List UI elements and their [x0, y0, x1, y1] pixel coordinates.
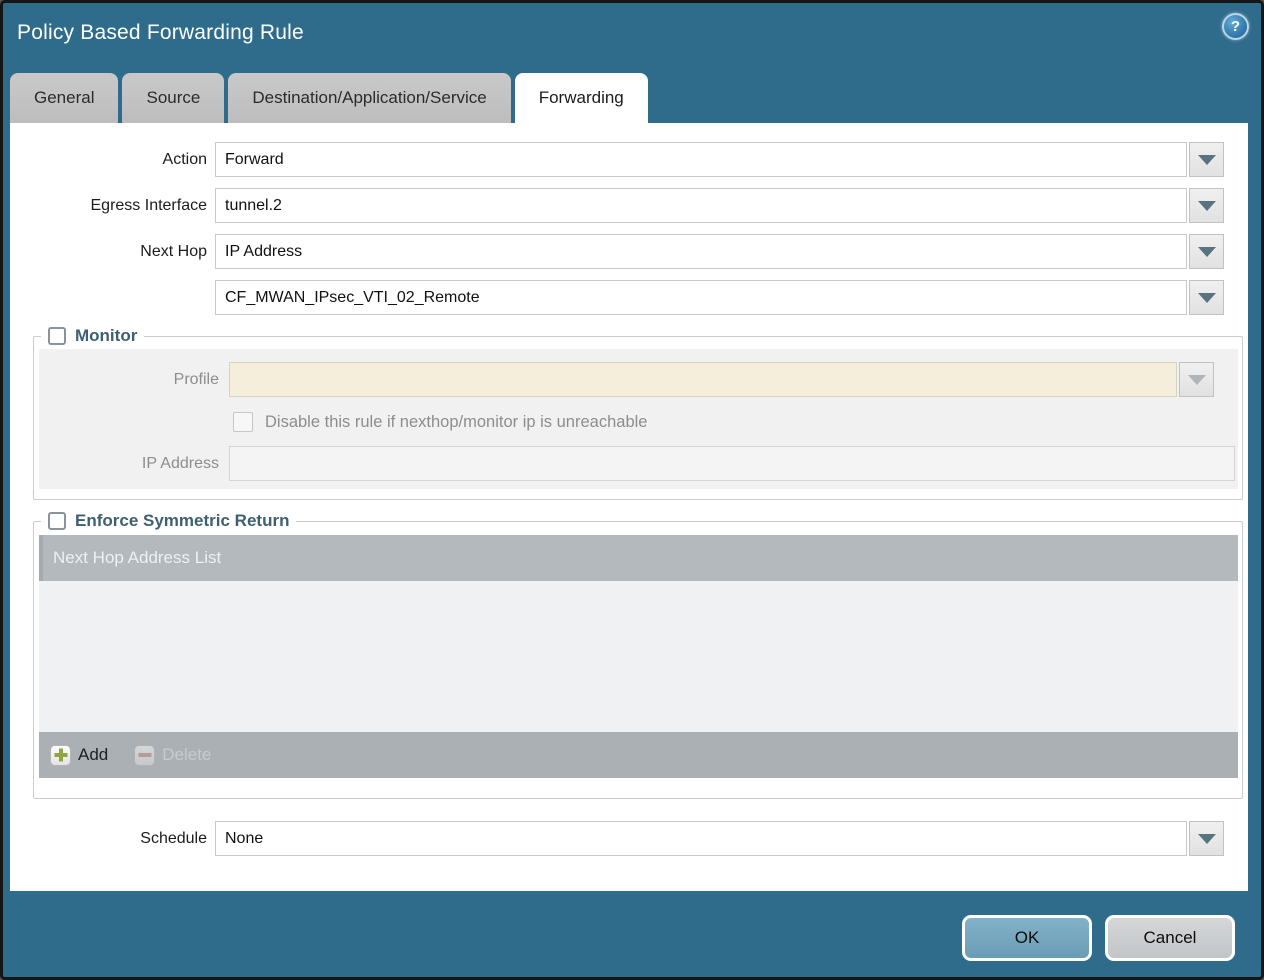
chevron-down-icon [1198, 247, 1216, 257]
delete-button-label: Delete [162, 745, 211, 765]
tab-content-forwarding: Action Forward Egress Interface tunnel.2… [10, 123, 1248, 891]
dialog-footer: OK Cancel [3, 891, 1261, 977]
egress-interface-combo: tunnel.2 [215, 188, 1224, 223]
action-dropdown-button[interactable] [1189, 142, 1224, 177]
table-header: Next Hop Address List [39, 535, 1238, 581]
profile-value-field [229, 362, 1177, 397]
schedule-dropdown-button[interactable] [1189, 821, 1224, 856]
dialog-title: Policy Based Forwarding Rule [17, 13, 304, 45]
egress-interface-value-field[interactable]: tunnel.2 [215, 188, 1187, 223]
monitor-ip-address-input [229, 446, 1235, 481]
schedule-row: Schedule None [10, 821, 1248, 856]
next-hop-row: Next Hop IP Address [10, 234, 1248, 269]
next-hop-label: Next Hop [10, 243, 215, 261]
next-hop-address-row: CF_MWAN_IPsec_VTI_02_Remote [10, 280, 1248, 315]
add-button[interactable]: Add [50, 745, 108, 766]
egress-interface-label: Egress Interface [10, 197, 215, 215]
delete-button: Delete [134, 745, 211, 766]
next-hop-dropdown-button[interactable] [1189, 234, 1224, 269]
monitor-legend-label: Monitor [75, 326, 137, 346]
action-label: Action [10, 151, 215, 169]
schedule-combo: None [215, 821, 1224, 856]
minus-icon [134, 745, 155, 766]
next-hop-address-combo: CF_MWAN_IPsec_VTI_02_Remote [215, 280, 1224, 315]
monitor-group: Monitor Profile Disable this rule if nex… [33, 326, 1243, 500]
monitor-checkbox[interactable] [48, 327, 66, 345]
symmetric-return-legend: Enforce Symmetric Return [41, 511, 296, 531]
action-combo: Forward [215, 142, 1224, 177]
action-row: Action Forward [10, 142, 1248, 177]
disable-rule-row: Disable this rule if nexthop/monitor ip … [233, 412, 1238, 432]
monitor-panel: Profile Disable this rule if nexthop/mon… [39, 349, 1238, 489]
disable-rule-label: Disable this rule if nexthop/monitor ip … [265, 413, 647, 432]
chevron-down-icon [1198, 201, 1216, 211]
profile-combo [229, 362, 1214, 397]
monitor-ip-address-label: IP Address [39, 455, 229, 473]
profile-dropdown-button [1179, 362, 1214, 397]
monitor-ip-address-row: IP Address [39, 446, 1238, 481]
help-icon[interactable]: ? [1222, 13, 1249, 40]
titlebar: Policy Based Forwarding Rule ? [17, 13, 1249, 59]
pbf-rule-dialog: Policy Based Forwarding Rule ? General S… [0, 0, 1264, 980]
tab-destination-application-service[interactable]: Destination/Application/Service [228, 73, 510, 123]
disable-rule-checkbox [233, 412, 253, 432]
tab-source[interactable]: Source [122, 73, 224, 123]
tab-general[interactable]: General [10, 73, 118, 123]
monitor-legend: Monitor [41, 326, 144, 346]
schedule-value-field[interactable]: None [215, 821, 1187, 856]
symmetric-return-legend-label: Enforce Symmetric Return [75, 511, 289, 531]
add-button-label: Add [78, 745, 108, 765]
chevron-down-icon [1198, 155, 1216, 165]
symmetric-return-checkbox[interactable] [48, 512, 66, 530]
ok-button[interactable]: OK [962, 915, 1092, 961]
next-hop-combo: IP Address [215, 234, 1224, 269]
table-body-empty[interactable] [39, 581, 1238, 732]
next-hop-address-dropdown-button[interactable] [1189, 280, 1224, 315]
profile-row: Profile [39, 362, 1238, 397]
chevron-down-icon [1198, 293, 1216, 303]
schedule-label: Schedule [10, 830, 215, 848]
next-hop-type-field[interactable]: IP Address [215, 234, 1187, 269]
action-value-field[interactable]: Forward [215, 142, 1187, 177]
chevron-down-icon [1198, 834, 1216, 844]
profile-label: Profile [39, 371, 229, 389]
chevron-down-icon [1188, 375, 1206, 385]
cancel-button[interactable]: Cancel [1105, 915, 1235, 961]
table-header-label: Next Hop Address List [53, 548, 221, 568]
tab-forwarding[interactable]: Forwarding [515, 73, 648, 123]
table-footer: Add Delete [39, 732, 1238, 778]
plus-icon [50, 745, 71, 766]
egress-interface-row: Egress Interface tunnel.2 [10, 188, 1248, 223]
egress-interface-dropdown-button[interactable] [1189, 188, 1224, 223]
tab-bar: General Source Destination/Application/S… [10, 73, 648, 123]
next-hop-address-list-table: Next Hop Address List Add Delete [39, 535, 1238, 778]
symmetric-return-group: Enforce Symmetric Return Next Hop Addres… [33, 511, 1243, 799]
next-hop-address-field[interactable]: CF_MWAN_IPsec_VTI_02_Remote [215, 280, 1187, 315]
